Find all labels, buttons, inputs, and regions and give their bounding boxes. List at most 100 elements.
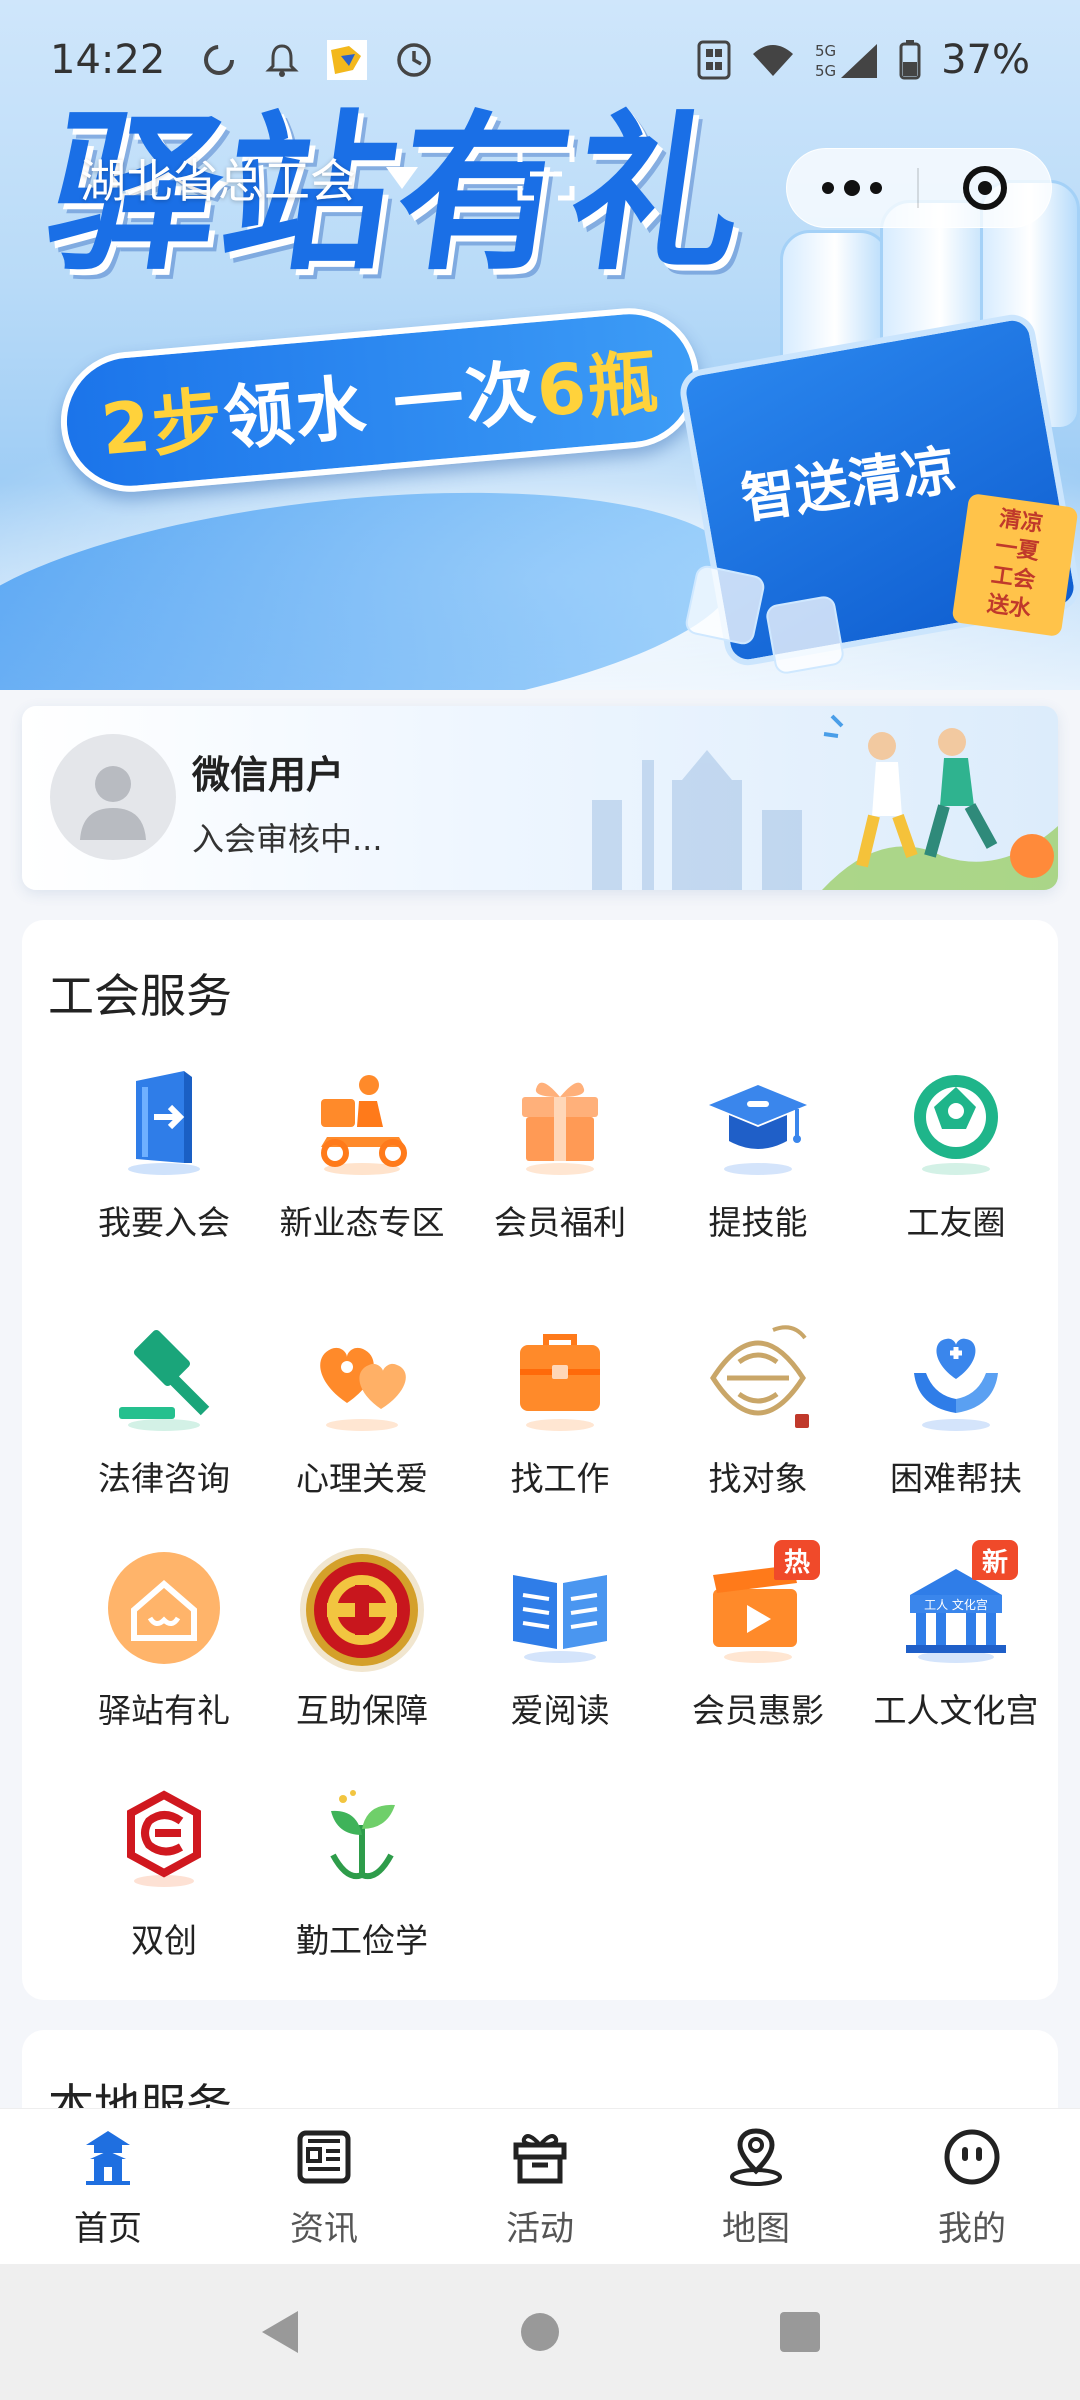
service-label: 法律咨询 bbox=[98, 1459, 230, 1498]
tab-label: 地图 bbox=[722, 2209, 790, 2249]
movie-icon: 热 bbox=[688, 1540, 828, 1672]
hearts-icon bbox=[292, 1316, 432, 1440]
service-label: 驿站有礼 bbox=[98, 1691, 230, 1730]
service-culture-palace[interactable]: 工人 文化宫 新 工人文化宫 bbox=[856, 1540, 1056, 1748]
culture-palace-icon: 工人 文化宫 新 bbox=[886, 1540, 1026, 1672]
new-badge: 新 bbox=[972, 1540, 1018, 1580]
love-knot-icon bbox=[688, 1316, 828, 1440]
banner-slogan-count: 6瓶 bbox=[533, 340, 663, 433]
price-tag-image: 清凉一夏 工会送水 bbox=[951, 492, 1079, 638]
tab-label: 资讯 bbox=[290, 2209, 358, 2249]
service-job-search[interactable]: 找工作 bbox=[460, 1316, 660, 1516]
service-label: 勤工俭学 bbox=[296, 1921, 428, 1960]
gavel-icon bbox=[94, 1316, 234, 1440]
recents-icon[interactable] bbox=[760, 2292, 840, 2372]
union-services-panel: 工会服务 我要入会 新业态专区 会员福利 提技能 工友圈 法律咨询 心理关爱 找… bbox=[22, 920, 1058, 2000]
wifi-icon bbox=[751, 42, 795, 78]
ice-cube-image bbox=[764, 594, 846, 676]
scan-icon[interactable] bbox=[516, 146, 576, 202]
service-innovation[interactable]: 双创 bbox=[64, 1778, 264, 1978]
region-label: 湖北省总工会 bbox=[80, 154, 356, 208]
services-row: 法律咨询 心理关爱 找工作 找对象 困难帮扶 bbox=[22, 1316, 1058, 1516]
book-icon bbox=[490, 1548, 630, 1672]
service-work-study[interactable]: 勤工俭学 bbox=[262, 1778, 462, 1978]
tab-map[interactable]: 地图 bbox=[648, 2109, 864, 2264]
service-label: 我要入会 bbox=[98, 1203, 230, 1242]
service-label: 会员惠影 bbox=[692, 1691, 824, 1730]
service-label: 困难帮扶 bbox=[890, 1459, 1022, 1498]
miniprogram-capsule bbox=[786, 148, 1052, 228]
status-bar: 14:22 5G 5G 37% bbox=[0, 0, 1080, 120]
services-row: 双创 勤工俭学 bbox=[22, 1778, 1058, 1978]
services-row: 我要入会 新业态专区 会员福利 提技能 工友圈 bbox=[22, 1060, 1058, 1260]
news-icon bbox=[292, 2125, 356, 2189]
sync-icon bbox=[201, 42, 237, 78]
service-skills[interactable]: 提技能 bbox=[658, 1060, 858, 1260]
tab-label: 首页 bbox=[74, 2209, 142, 2249]
graduation-cap-icon bbox=[688, 1060, 828, 1184]
app-screen: 驿站有礼 2步 领水 一次 6瓶 智送清凉 清凉一夏 工会送水 14:22 5G… bbox=[0, 0, 1080, 2400]
gift-box-icon bbox=[508, 2125, 572, 2189]
service-member-benefits[interactable]: 会员福利 bbox=[460, 1060, 660, 1260]
membership-status: 入会审核中... bbox=[192, 820, 383, 858]
service-station-gift[interactable]: 驿站有礼 bbox=[64, 1548, 264, 1748]
service-label: 会员福利 bbox=[494, 1203, 626, 1242]
service-legal[interactable]: 法律咨询 bbox=[64, 1316, 264, 1516]
battery-percent: 37% bbox=[941, 37, 1030, 83]
service-label: 互助保障 bbox=[296, 1691, 428, 1730]
profile-face-icon bbox=[940, 2125, 1004, 2189]
region-selector[interactable]: 湖北省总工会 bbox=[80, 145, 418, 211]
helping-hands-icon bbox=[886, 1316, 1026, 1440]
tab-news[interactable]: 资讯 bbox=[216, 2109, 432, 2264]
tag-text: 清凉一夏 工会送水 bbox=[985, 506, 1045, 623]
signal-5g-icon: 5G 5G bbox=[815, 40, 879, 80]
service-worker-circle[interactable]: 工友圈 bbox=[856, 1060, 1056, 1260]
bell-icon bbox=[265, 42, 299, 78]
nfc-icon bbox=[697, 40, 731, 80]
sprout-icon bbox=[292, 1778, 432, 1902]
services-row: 驿站有礼 互助保障 爱阅读 热 会员惠影 工人 文化宫 新 工人文化宫 bbox=[22, 1540, 1058, 1748]
map-pin-icon bbox=[724, 2125, 788, 2189]
user-name: 微信用户 bbox=[192, 753, 345, 797]
service-new-economy[interactable]: 新业态专区 bbox=[262, 1060, 462, 1260]
user-card[interactable]: 微信用户 入会审核中... bbox=[22, 706, 1058, 890]
service-label: 工人文化宫 bbox=[873, 1691, 1039, 1730]
dropdown-caret-icon bbox=[386, 167, 418, 189]
tab-home[interactable]: 首页 bbox=[0, 2109, 216, 2264]
briefcase-icon bbox=[490, 1316, 630, 1440]
close-miniprogram-icon[interactable] bbox=[919, 166, 1051, 210]
status-system-icons: 5G 5G 37% bbox=[697, 37, 1030, 83]
service-label: 心理关爱 bbox=[296, 1459, 428, 1498]
service-label: 找工作 bbox=[510, 1459, 610, 1498]
aperture-icon bbox=[886, 1060, 1026, 1184]
service-mutual-aid[interactable]: 互助保障 bbox=[262, 1548, 462, 1748]
home-tower-icon bbox=[76, 2125, 140, 2189]
tab-profile[interactable]: 我的 bbox=[864, 2109, 1080, 2264]
back-icon[interactable] bbox=[240, 2292, 320, 2372]
home-icon[interactable] bbox=[500, 2292, 580, 2372]
service-dating[interactable]: 找对象 bbox=[658, 1316, 858, 1516]
tab-activities[interactable]: 活动 bbox=[432, 2109, 648, 2264]
banner-slogan-steps: 2步 bbox=[98, 378, 228, 471]
banner-slogan-mid: 领水 一次 bbox=[220, 350, 541, 461]
service-label: 工友圈 bbox=[906, 1203, 1006, 1242]
service-label: 提技能 bbox=[708, 1203, 808, 1242]
more-options-icon[interactable] bbox=[787, 180, 917, 196]
service-hardship-aid[interactable]: 困难帮扶 bbox=[856, 1316, 1056, 1516]
hot-badge: 热 bbox=[774, 1540, 820, 1580]
service-mental-care[interactable]: 心理关爱 bbox=[262, 1316, 462, 1516]
tab-label: 我的 bbox=[938, 2209, 1006, 2249]
service-label: 新业态专区 bbox=[279, 1203, 445, 1242]
service-join-union[interactable]: 我要入会 bbox=[64, 1060, 264, 1260]
delivery-icon bbox=[292, 1060, 432, 1184]
gift-icon bbox=[490, 1060, 630, 1184]
app-notification-icon bbox=[327, 40, 368, 80]
avatar[interactable] bbox=[50, 734, 176, 860]
innovation-icon bbox=[94, 1778, 234, 1902]
service-label: 找对象 bbox=[708, 1459, 808, 1498]
ice-cube-image bbox=[683, 563, 767, 647]
skyline-decoration bbox=[592, 750, 802, 890]
svg-text:5G: 5G bbox=[815, 62, 836, 80]
service-member-movies[interactable]: 热 会员惠影 bbox=[658, 1540, 858, 1748]
service-reading[interactable]: 爱阅读 bbox=[460, 1548, 660, 1748]
